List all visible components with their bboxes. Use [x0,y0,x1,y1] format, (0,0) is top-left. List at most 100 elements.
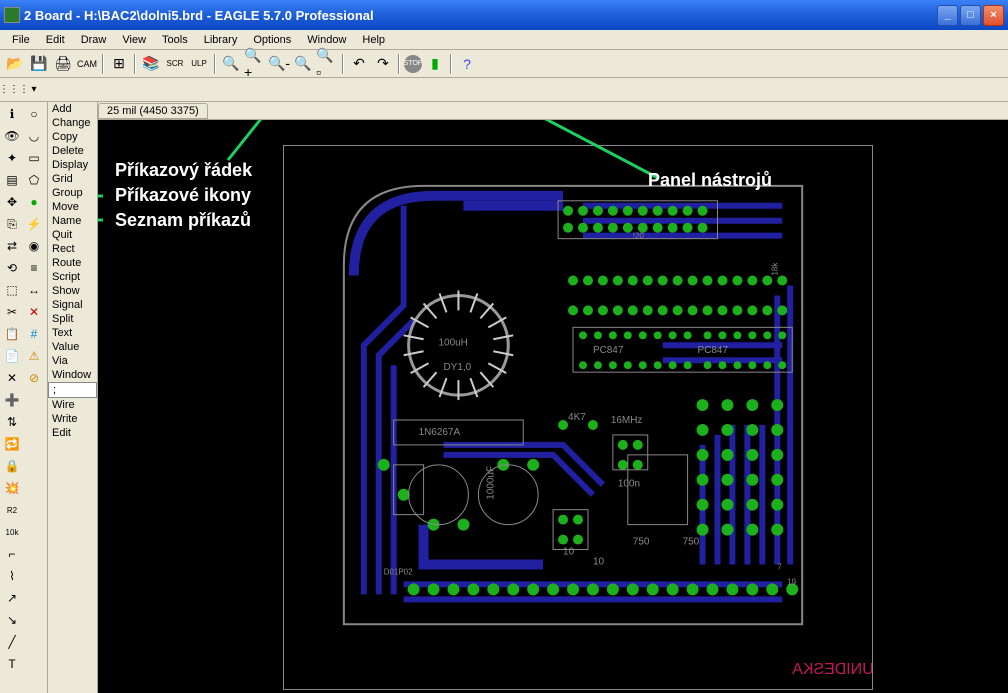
wire-icon[interactable]: ╱ [1,631,23,653]
select-icon[interactable]: ⬚ [1,279,23,301]
cmd-wire[interactable]: Wire [48,398,97,412]
cmd-write[interactable]: Write [48,412,97,426]
pinswap-icon[interactable]: ⇅ [1,411,23,433]
cmd-move[interactable]: Move [48,200,97,214]
cmd-group[interactable]: Group [48,186,97,200]
cmd-show[interactable]: Show [48,284,97,298]
move-icon[interactable]: ✥ [1,191,23,213]
cmd-signal[interactable]: Signal [48,298,97,312]
name-icon[interactable]: R2 [1,499,23,521]
paste2-icon[interactable]: 📄 [1,345,23,367]
signal-icon[interactable]: ⚡ [23,213,45,235]
minimize-button[interactable]: _ [937,5,958,26]
cmd-change[interactable]: Change [48,116,97,130]
cam-icon[interactable]: CAM [76,53,98,75]
replace-icon[interactable]: 🔁 [1,433,23,455]
close-button[interactable]: × [983,5,1004,26]
cmd-delete[interactable]: Delete [48,144,97,158]
grid-params-icon[interactable]: ⋮⋮⋮ [4,80,24,100]
mark-icon[interactable]: ✦ [1,147,23,169]
open-icon[interactable]: 📂 [4,53,26,75]
annotation-cmdicons: Příkazové ikony [115,185,251,206]
cut-icon[interactable]: ✂ [1,301,23,323]
delete-icon[interactable]: ✕ [1,367,23,389]
info-icon[interactable]: ℹ [1,103,23,125]
cmd-script[interactable]: Script [48,270,97,284]
erc-icon[interactable]: ⚠ [23,345,45,367]
errors-icon[interactable]: ⊘ [23,367,45,389]
value-icon[interactable]: 10k [1,521,23,543]
menu-draw[interactable]: Draw [73,32,115,48]
menu-library[interactable]: Library [196,32,246,48]
cmd-edit[interactable]: Edit [48,426,97,440]
help-icon[interactable]: ? [456,53,478,75]
cmd-rect[interactable]: Rect [48,242,97,256]
cmd-route[interactable]: Route [48,256,97,270]
menu-window[interactable]: Window [299,32,354,48]
cmd-quit[interactable]: Quit [48,228,97,242]
zoom-in-icon[interactable]: 🔍+ [244,53,266,75]
menu-view[interactable]: View [114,32,154,48]
polygon-icon[interactable]: ⬠ [23,169,45,191]
miter-icon[interactable]: ⌐ [1,543,23,565]
script-icon[interactable]: SCR [164,53,186,75]
cmd-add[interactable]: Add [48,102,97,116]
annotation-toolbar: Panel nástrojů [648,170,772,191]
dimension-icon[interactable]: ↔ [23,279,45,301]
library-icon[interactable]: 📚 [140,53,162,75]
cmd-display[interactable]: Display [48,158,97,172]
cmd-split[interactable]: Split [48,312,97,326]
ulp-icon[interactable]: ULP [188,53,210,75]
display-icon[interactable]: 👁 [1,125,23,147]
redo-icon[interactable]: ↷ [372,53,394,75]
cmd-copy[interactable]: Copy [48,130,97,144]
cmd-name[interactable]: Name [48,214,97,228]
cmd-text[interactable]: Text [48,326,97,340]
mirror-icon[interactable]: ⇄ [1,235,23,257]
auto-icon[interactable]: # [23,323,45,345]
rotate-icon[interactable]: ⟲ [1,257,23,279]
cmd-value[interactable]: Value [48,340,97,354]
cmd-grid[interactable]: Grid [48,172,97,186]
board-icon[interactable]: ⊞ [108,53,130,75]
menu-file[interactable]: File [4,32,38,48]
smash-icon[interactable]: 💥 [1,477,23,499]
text-icon[interactable]: T [1,653,23,675]
menu-help[interactable]: Help [354,32,393,48]
menu-tools[interactable]: Tools [154,32,196,48]
save-icon[interactable]: 💾 [28,53,50,75]
menu-edit[interactable]: Edit [38,32,73,48]
zoom-out-icon[interactable]: 🔍- [268,53,290,75]
cmd-window[interactable]: Window [48,368,97,382]
rect-icon[interactable]: ▭ [23,147,45,169]
undo-icon[interactable]: ↶ [348,53,370,75]
dropdown-icon[interactable]: ▾ [24,80,44,100]
arc-icon[interactable]: ◡ [23,125,45,147]
cmd-via[interactable]: Via [48,354,97,368]
circle-icon[interactable]: ○ [23,103,45,125]
attribute-icon[interactable]: ≡ [23,257,45,279]
stop-icon[interactable]: STOP [404,55,422,73]
zoom-select-icon[interactable]: 🔍▫ [316,53,338,75]
app-icon [4,7,20,23]
add-icon[interactable]: ➕ [1,389,23,411]
window-title: 2 Board - H:\BAC2\dolni5.brd - EAGLE 5.7… [24,8,937,23]
go-icon[interactable]: ▮ [424,53,446,75]
ripup-icon[interactable]: ↘ [1,609,23,631]
print-icon[interactable]: 🖨 [52,53,74,75]
zoom-fit-icon[interactable]: 🔍 [220,53,242,75]
route-icon[interactable]: ↗ [1,587,23,609]
paste-icon[interactable]: 📋 [1,323,23,345]
via-icon[interactable]: ● [23,191,45,213]
zoom-redraw-icon[interactable]: 🔍 [292,53,314,75]
cmd-;[interactable]: ; [48,382,97,398]
ratsnest-icon[interactable]: ✕ [23,301,45,323]
copy-icon[interactable]: ⎘ [1,213,23,235]
split-icon[interactable]: ⌇ [1,565,23,587]
design-canvas[interactable]: Příkazový řádek Příkazové ikony Seznam p… [98,120,1008,693]
layer-icon[interactable]: ▤ [1,169,23,191]
lock-icon[interactable]: 🔒 [1,455,23,477]
hole-icon[interactable]: ◉ [23,235,45,257]
menu-options[interactable]: Options [245,32,299,48]
maximize-button[interactable]: □ [960,5,981,26]
